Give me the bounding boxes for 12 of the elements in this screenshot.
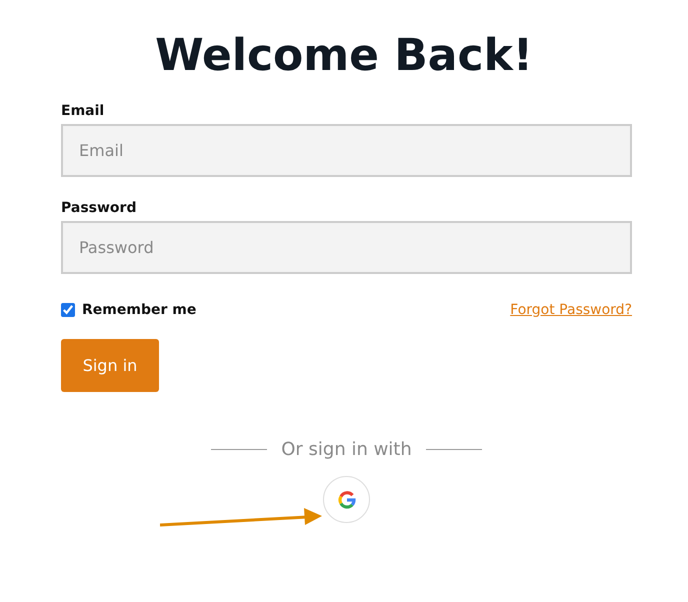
field-label: Email [61,103,104,119]
forgot-password-link[interactable]: Forgot Password? [510,302,632,318]
remember-checkbox[interactable] [61,303,75,317]
remember-label: Remember me [82,302,196,318]
google-logo-icon [338,490,356,508]
page-title: Welcome Back! [155,29,533,83]
input-field[interactable]: Password [61,221,632,274]
sign-in-button[interactable]: Sign in [61,339,159,392]
divider-text: Or sign in with [281,439,412,460]
field-label: Password [61,200,136,216]
google-sign-in-button[interactable] [323,476,370,523]
input-field[interactable]: Email [61,124,632,177]
